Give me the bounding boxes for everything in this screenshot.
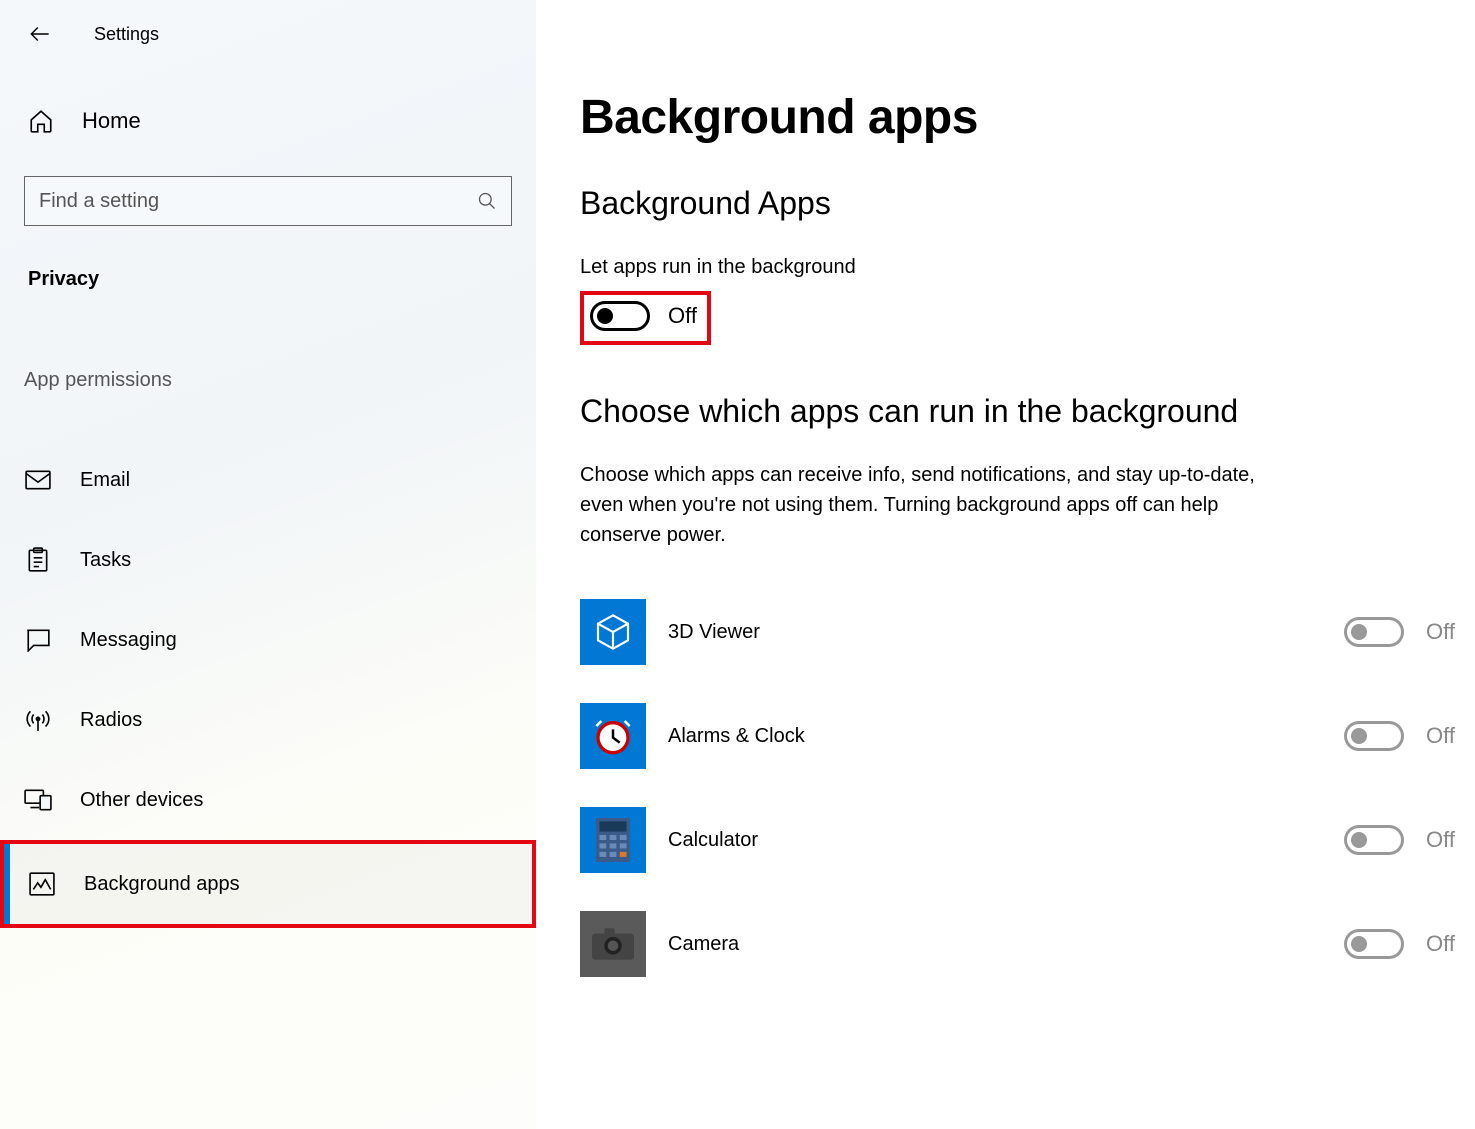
app-row-alarms: Alarms & Clock Off [580,684,1475,788]
clock-icon [593,716,633,756]
settings-title: Settings [94,24,159,45]
header: Settings [0,18,536,50]
email-icon [25,470,51,490]
app-row-camera: Camera Off [580,892,1475,996]
app-name: Calculator [668,829,1322,852]
sidebar-item-label: Email [80,469,130,492]
sidebar-item-label: Tasks [80,549,131,572]
app-toggle-calculator[interactable] [1344,825,1404,855]
sidebar-item-radios[interactable]: Radios [0,680,536,760]
app-toggle-state: Off [1426,827,1455,853]
app-toggle-camera[interactable] [1344,929,1404,959]
highlight-box-toggle: Off [580,291,711,345]
app-toggle-state: Off [1426,619,1455,645]
home-label: Home [82,108,141,134]
search-box[interactable] [24,176,512,226]
toggle-knob [597,308,613,324]
master-toggle[interactable] [590,301,650,331]
back-button[interactable] [24,18,56,50]
section-description: Choose which apps can receive info, send… [580,460,1300,550]
app-row-calculator: Calculator Off [580,788,1475,892]
app-toggle-state: Off [1426,931,1455,957]
main-content: Background apps Background Apps Let apps… [536,0,1475,1129]
app-icon-alarms [580,703,646,769]
sidebar-item-email[interactable]: Email [0,440,536,520]
sidebar-item-label: Other devices [80,789,203,812]
app-name: Camera [668,933,1322,956]
group-label: App permissions [0,369,536,392]
devices-icon [24,789,52,811]
section-title: Privacy [0,268,536,291]
tasks-icon [26,547,50,573]
app-toggle-alarms[interactable] [1344,721,1404,751]
page-title: Background apps [580,90,1475,145]
home-nav[interactable]: Home [0,108,536,134]
app-row-3d-viewer: 3D Viewer Off [580,580,1475,684]
search-container [0,176,536,226]
home-icon [28,108,54,134]
background-apps-icon [29,872,55,896]
master-toggle-label: Let apps run in the background [580,256,1475,279]
sidebar-item-label: Messaging [80,629,177,652]
app-icon-3d-viewer [580,599,646,665]
radios-icon [25,707,51,733]
app-name: Alarms & Clock [668,725,1322,748]
highlight-box-sidebar: Background apps [0,840,536,928]
app-icon-camera [580,911,646,977]
sidebar: Settings Home Privacy App permissions Em… [0,0,536,1129]
master-toggle-state: Off [668,303,697,329]
app-icon-calculator [580,807,646,873]
sidebar-item-background-apps[interactable]: Background apps [4,844,532,924]
search-input[interactable] [39,190,477,213]
sidebar-item-other-devices[interactable]: Other devices [0,760,536,840]
cube-icon [593,612,633,652]
app-toggle-state: Off [1426,723,1455,749]
search-icon [477,191,497,211]
sidebar-item-label: Background apps [84,873,240,896]
back-arrow-icon [27,21,53,47]
app-toggle-3d-viewer[interactable] [1344,617,1404,647]
sidebar-item-tasks[interactable]: Tasks [0,520,536,600]
sidebar-item-messaging[interactable]: Messaging [0,600,536,680]
sidebar-item-label: Radios [80,709,142,732]
section-heading-2: Choose which apps can run in the backgro… [580,393,1475,430]
messaging-icon [25,628,51,652]
section-heading-1: Background Apps [580,185,1475,222]
app-name: 3D Viewer [668,621,1322,644]
camera-icon [592,928,634,960]
calculator-icon [595,818,631,862]
